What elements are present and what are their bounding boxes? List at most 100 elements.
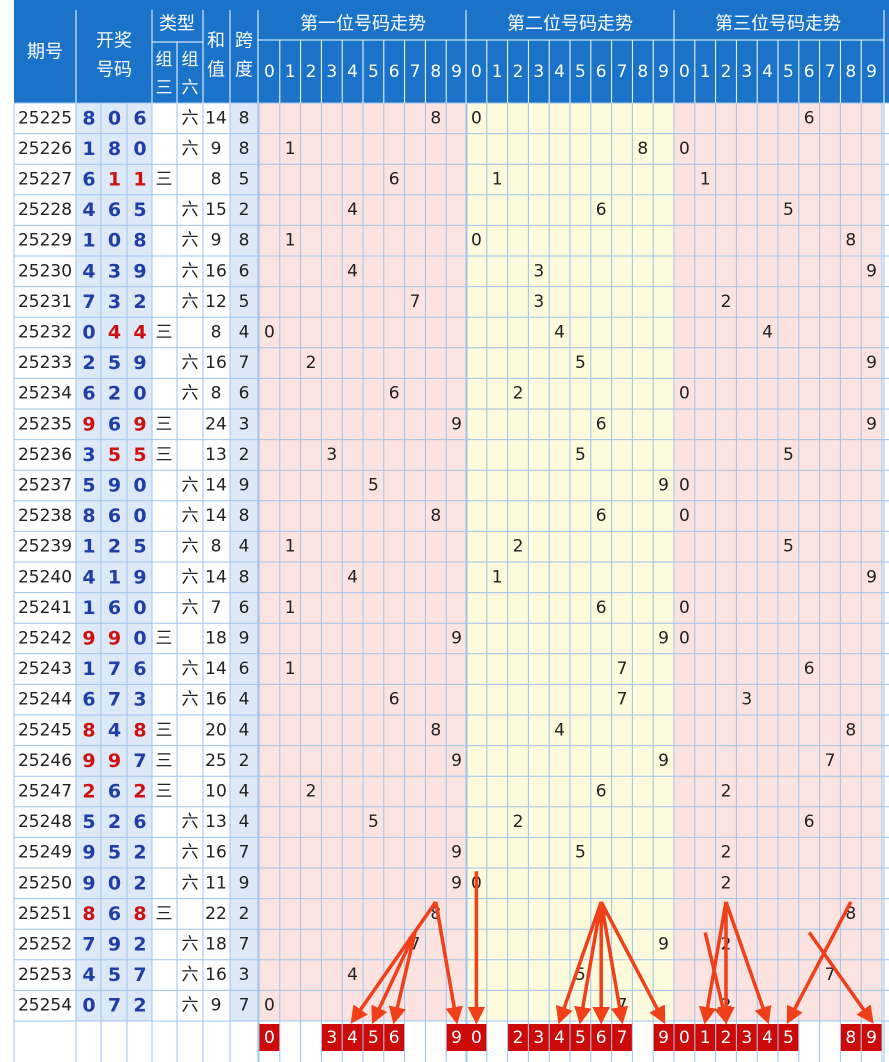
span-cell: 7	[239, 996, 250, 1016]
type-zu3-mark: 三	[156, 323, 173, 343]
trend-number: 3	[741, 690, 752, 710]
type-zu6-mark: 六	[182, 261, 199, 281]
trend-number: 8	[430, 506, 441, 526]
span-cell: 8	[239, 108, 250, 128]
span-cell: 8	[239, 139, 250, 159]
type-zu6-mark: 六	[182, 537, 199, 557]
draw-number: 0	[108, 872, 121, 894]
section-2-title: 第二位号码走势	[507, 14, 633, 35]
span-cell: 9	[239, 476, 250, 496]
draw-number: 5	[82, 811, 95, 833]
digit-header-3-2: 2	[721, 62, 732, 82]
digit-header-3-0: 0	[679, 62, 690, 82]
trend-number: 6	[596, 506, 607, 526]
type-zu6-mark: 六	[182, 200, 199, 220]
period-cell: 25225	[18, 108, 72, 128]
draw-number: 6	[82, 383, 95, 405]
period-cell: 25243	[18, 659, 72, 679]
draw-number: 8	[82, 107, 95, 129]
period-cell: 25226	[18, 139, 72, 159]
draw-number: 3	[133, 689, 146, 711]
draw-number: 9	[108, 750, 121, 772]
draw-number: 4	[108, 322, 121, 344]
sum-cell: 14	[205, 108, 227, 128]
draw-header-1: 开奖	[96, 31, 132, 52]
trend-number: 8	[845, 231, 856, 251]
draw-number: 1	[82, 536, 95, 558]
sum-cell: 20	[205, 720, 227, 740]
draw-number: 0	[133, 138, 146, 160]
span-cell: 7	[239, 353, 250, 373]
draw-number: 6	[108, 597, 121, 619]
trend-number: 9	[451, 751, 462, 771]
draw-number: 1	[108, 169, 121, 191]
period-cell: 25253	[18, 965, 72, 985]
draw-number: 8	[108, 138, 121, 160]
period-cell: 25247	[18, 782, 72, 802]
trend-number: 9	[658, 629, 669, 649]
trend-number: 1	[492, 567, 503, 587]
sum-cell: 13	[205, 445, 227, 465]
type-zu6-mark: 六	[182, 108, 199, 128]
trend-number: 0	[679, 384, 690, 404]
draw-number: 0	[133, 475, 146, 497]
trend-number: 9	[658, 476, 669, 496]
digit-header-3-6: 6	[804, 62, 815, 82]
draw-number: 8	[133, 903, 146, 925]
digit-header-2-0: 0	[471, 62, 482, 82]
span-cell: 4	[239, 323, 250, 343]
draw-number: 5	[108, 444, 121, 466]
trend-number: 1	[285, 231, 296, 251]
pick-number: 9	[866, 1028, 877, 1048]
trend-number: 2	[721, 782, 732, 802]
trend-number: 2	[721, 843, 732, 863]
type-zu3-mark: 三	[156, 414, 173, 434]
draw-number: 7	[108, 658, 121, 680]
span-cell: 6	[239, 261, 250, 281]
pick-number: 9	[658, 1028, 669, 1048]
span-cell: 7	[239, 935, 250, 955]
trend-number: 0	[679, 476, 690, 496]
trend-number: 3	[533, 292, 544, 312]
draw-number: 8	[133, 719, 146, 741]
span-cell: 2	[239, 904, 250, 924]
sum-cell: 8	[211, 384, 222, 404]
trend-number: 6	[596, 200, 607, 220]
sum-cell: 15	[205, 200, 227, 220]
sum-cell: 13	[205, 812, 227, 832]
period-cell: 25231	[18, 292, 72, 312]
trend-number: 6	[804, 108, 815, 128]
draw-number: 8	[82, 505, 95, 527]
type-zu6-mark: 六	[182, 353, 199, 373]
digit-header-1-0: 0	[264, 62, 275, 82]
pick-number: 5	[575, 1028, 586, 1048]
trend-number: 4	[347, 567, 358, 587]
draw-number: 5	[133, 536, 146, 558]
digit-header-2-3: 3	[533, 62, 544, 82]
trend-number: 2	[513, 537, 524, 557]
draw-number: 6	[108, 505, 121, 527]
draw-number: 7	[133, 750, 146, 772]
draw-number: 6	[108, 199, 121, 221]
trend-number: 4	[762, 323, 773, 343]
digit-header-2-4: 4	[554, 62, 565, 82]
draw-number: 0	[82, 995, 95, 1017]
trend-number: 4	[554, 323, 565, 343]
pick-number: 0	[471, 1028, 482, 1048]
draw-number: 9	[82, 750, 95, 772]
type-zu6-mark: 六	[182, 567, 199, 587]
trend-number: 8	[430, 720, 441, 740]
pick-number: 0	[679, 1028, 690, 1048]
sum-cell: 8	[211, 170, 222, 190]
trend-number: 4	[554, 720, 565, 740]
trend-number: 9	[451, 629, 462, 649]
trend-number: 0	[264, 996, 275, 1016]
section-3-title: 第三位号码走势	[715, 14, 841, 35]
trend-number: 7	[617, 690, 628, 710]
digit-header-3-8: 8	[845, 62, 856, 82]
trend-number: 7	[617, 659, 628, 679]
trend-number: 5	[575, 445, 586, 465]
draw-number: 7	[82, 934, 95, 956]
pick-number: 2	[721, 1028, 732, 1048]
type-zu6-mark: 六	[182, 476, 199, 496]
